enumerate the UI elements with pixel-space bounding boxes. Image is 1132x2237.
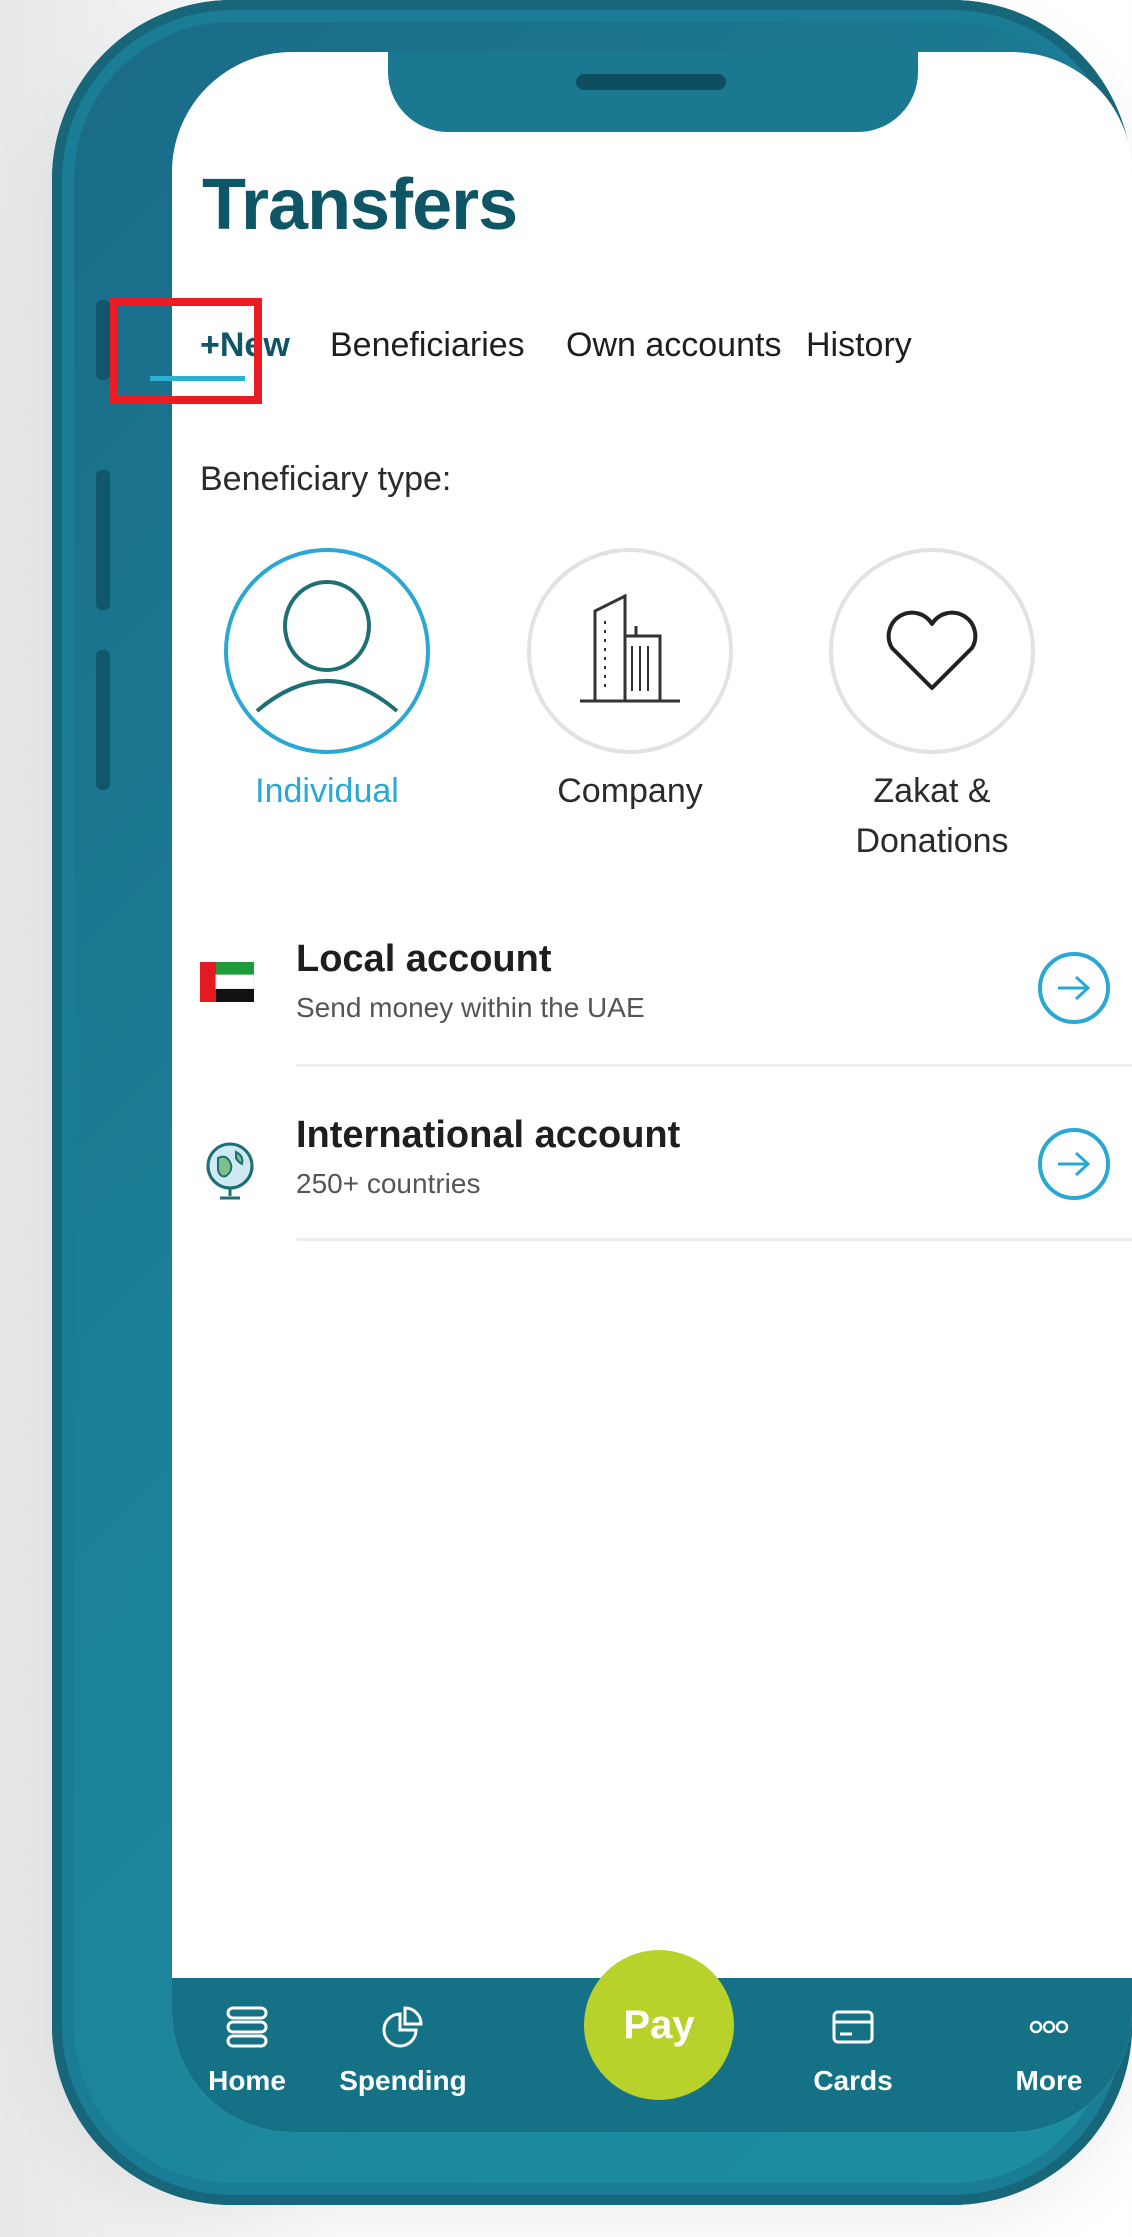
speaker xyxy=(576,74,726,90)
side-button xyxy=(96,300,110,380)
home-icon xyxy=(226,2006,268,2048)
local-account-title: Local account xyxy=(296,938,552,980)
nav-spending[interactable]: Spending xyxy=(328,2002,478,2097)
nav-more[interactable]: More xyxy=(974,2002,1124,2097)
tab-history[interactable]: History xyxy=(806,326,912,365)
beneficiary-type-company[interactable]: Company xyxy=(510,548,750,816)
notch xyxy=(388,52,918,132)
beneficiary-type-label: Beneficiary type: xyxy=(200,460,452,498)
arrow-right-icon[interactable] xyxy=(1038,1128,1110,1200)
beneficiary-type-individual[interactable]: Individual xyxy=(207,548,447,816)
highlight-box xyxy=(110,298,262,404)
more-icon xyxy=(1029,2020,1069,2034)
divider xyxy=(296,1064,1132,1067)
pay-button[interactable]: Pay xyxy=(584,1950,734,2100)
uae-flag-icon xyxy=(200,962,255,1016)
nav-cards-label: Cards xyxy=(813,2065,893,2096)
globe-icon xyxy=(200,1138,254,1200)
nav-home[interactable]: Home xyxy=(172,2002,322,2097)
company-label: Company xyxy=(557,772,703,810)
heart-icon xyxy=(886,610,978,690)
side-button xyxy=(96,470,110,610)
app-screen: Transfers +New Beneficiaries Own account… xyxy=(172,52,1132,2132)
beneficiary-type-zakat[interactable]: Zakat & Donations xyxy=(812,548,1052,866)
card-icon xyxy=(832,2010,874,2044)
company-circle[interactable] xyxy=(527,548,733,754)
divider xyxy=(296,1238,1132,1241)
arrow-right-icon[interactable] xyxy=(1038,952,1110,1024)
page-title: Transfers xyxy=(202,165,518,245)
tab-own-accounts[interactable]: Own accounts xyxy=(566,326,781,365)
building-icon xyxy=(580,593,680,703)
zakat-label: Zakat & Donations xyxy=(855,772,1009,860)
local-account-subtitle: Send money within the UAE xyxy=(296,992,645,1023)
nav-spending-label: Spending xyxy=(339,2065,467,2096)
individual-label: Individual xyxy=(255,772,399,810)
nav-cards[interactable]: Cards xyxy=(778,2002,928,2097)
nav-more-label: More xyxy=(1015,2065,1083,2096)
nav-home-label: Home xyxy=(208,2065,286,2096)
individual-circle[interactable] xyxy=(224,548,430,754)
tab-beneficiaries[interactable]: Beneficiaries xyxy=(330,326,525,365)
zakat-circle[interactable] xyxy=(829,548,1035,754)
international-account-title: International account xyxy=(296,1114,681,1156)
pie-chart-icon xyxy=(382,2006,423,2048)
international-account-subtitle: 250+ countries xyxy=(296,1168,481,1199)
side-button xyxy=(96,650,110,790)
person-icon xyxy=(255,580,399,713)
